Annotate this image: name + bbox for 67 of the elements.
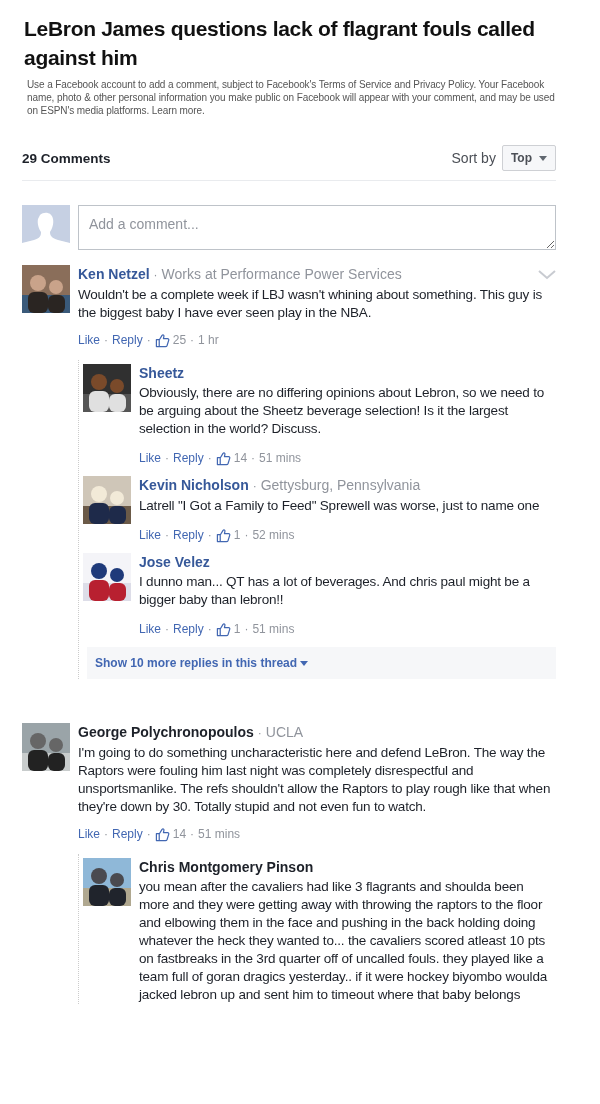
- author-name: George Polychronopoulos: [78, 723, 254, 741]
- separator-dot: ·: [207, 621, 212, 637]
- sort-dropdown[interactable]: Top: [501, 145, 556, 171]
- separator-dot: ·: [104, 332, 108, 348]
- comment-text: you mean after the cavaliers had like 3 flagrants and shoulda been more and they were getting away with throwing the raptors to the floor and elbowing them in the face and pushing in the back holding doing whatever the heck they wanted to... the cavaliers scored atleast 10 pts on fastbreaks in the 3rd quarter off of uncalled fouls. they played like a team full of goran dragics yesterday.. if it were hockey biyombo woulda jacked lebron up and sent him to timeout where that baby belongs: [139, 878, 548, 1004]
- like-count: 14: [233, 450, 248, 466]
- timestamp[interactable]: 51 mins: [259, 450, 302, 466]
- separator-dot: ·: [165, 450, 169, 466]
- timestamp[interactable]: 51 mins: [198, 826, 241, 842]
- comment-text: I'm going to do something uncharacteristic here and defend LeBron. The way the Raptors were fouling him last night was completely disrespectful and unsportsmanlike. The refs shouldn't allow the Raptors to play rough like that when they're down by 30. Totally stupid and not even fun to watch.: [78, 744, 552, 816]
- author-name[interactable]: Sheetz: [139, 364, 185, 382]
- comment-count: 29 Comments: [22, 150, 111, 166]
- author-name[interactable]: Jose Velez: [139, 553, 210, 571]
- separator-dot: ·: [207, 450, 212, 466]
- author-info: Works at Performance Power Services: [161, 265, 402, 283]
- like-link[interactable]: Like: [78, 826, 100, 842]
- like-link[interactable]: Like: [139, 450, 161, 466]
- reply-link[interactable]: Reply: [112, 826, 143, 842]
- thumbs-up-icon: [154, 332, 170, 348]
- thumbs-up-icon: [215, 621, 231, 637]
- thumbs-up-icon: [215, 450, 231, 466]
- like-count: 25: [172, 332, 187, 348]
- comment-text: I dunno man... QT has a lot of beverages. And chris paul might be a bigger baby than lebron!!: [139, 573, 531, 609]
- separator-dot: ·: [257, 725, 262, 742]
- like-link[interactable]: Like: [139, 527, 161, 543]
- comment-input[interactable]: Add a comment...: [78, 205, 556, 250]
- author-name: Chris Montgomery Pinson: [139, 858, 314, 876]
- reply-link[interactable]: Reply: [173, 527, 204, 543]
- thumbs-up-icon: [215, 527, 231, 543]
- timestamp[interactable]: 52 mins: [252, 527, 295, 543]
- reply-link[interactable]: Reply: [173, 621, 204, 637]
- avatar-icon: [22, 205, 70, 253]
- comment-text: Wouldn't be a complete week if LBJ wasn't whining about something. This guy is the biggest baby I have ever seen play in the NBA.: [78, 286, 544, 322]
- article-title: LeBron James questions lack of flagrant fouls called against him: [24, 16, 536, 71]
- comment-text: Obviously, there are no differing opinions about Lebron, so we need to be arguing about the Sheetz beverage selection! Is it the largest selection in the world? Discuss.: [139, 384, 546, 438]
- separator-dot: ·: [251, 450, 256, 466]
- author-name[interactable]: Ken Netzel: [78, 265, 150, 283]
- separator-dot: ·: [190, 826, 195, 842]
- author-info: Gettysburg, Pennsylvania: [260, 476, 421, 494]
- like-link[interactable]: Like: [78, 332, 100, 348]
- show-more-replies-button[interactable]: Show 10 more replies in this thread: [87, 647, 556, 679]
- sort-label: Sort by: [451, 150, 496, 166]
- disclaimer-text: Use a Facebook account to add a comment, subject to Facebook's Terms of Service and Privacy Policy. Your Facebook name, photo & other personal information you make public on Facebook will appear with your comment, and may be used on ESPN's media platforms. Learn more.: [27, 78, 556, 117]
- author-name[interactable]: Kevin Nicholson: [139, 476, 249, 494]
- separator-dot: ·: [190, 332, 195, 348]
- reply-link[interactable]: Reply: [173, 450, 204, 466]
- separator-dot: ·: [146, 826, 151, 842]
- timestamp[interactable]: 1 hr: [198, 332, 219, 348]
- separator-dot: ·: [165, 527, 169, 543]
- separator-dot: ·: [244, 527, 249, 543]
- separator-dot: ·: [252, 478, 257, 495]
- separator-dot: ·: [104, 826, 108, 842]
- like-count: 14: [172, 826, 187, 842]
- reply-link[interactable]: Reply: [112, 332, 143, 348]
- timestamp[interactable]: 51 mins: [252, 621, 295, 637]
- separator-dot: ·: [165, 621, 169, 637]
- thumbs-up-icon: [154, 826, 170, 842]
- separator-dot: ·: [207, 527, 212, 543]
- author-info: UCLA: [265, 723, 304, 741]
- separator-dot: ·: [146, 332, 151, 348]
- chevron-down-icon[interactable]: [538, 269, 556, 280]
- separator-dot: ·: [153, 267, 158, 284]
- comment-text: Latrell "I Got a Family to Feed" Sprewell was worse, just to name one: [139, 497, 541, 515]
- like-count: 1: [233, 621, 241, 637]
- separator-dot: ·: [244, 621, 249, 637]
- like-count: 1: [233, 527, 241, 543]
- like-link[interactable]: Like: [139, 621, 161, 637]
